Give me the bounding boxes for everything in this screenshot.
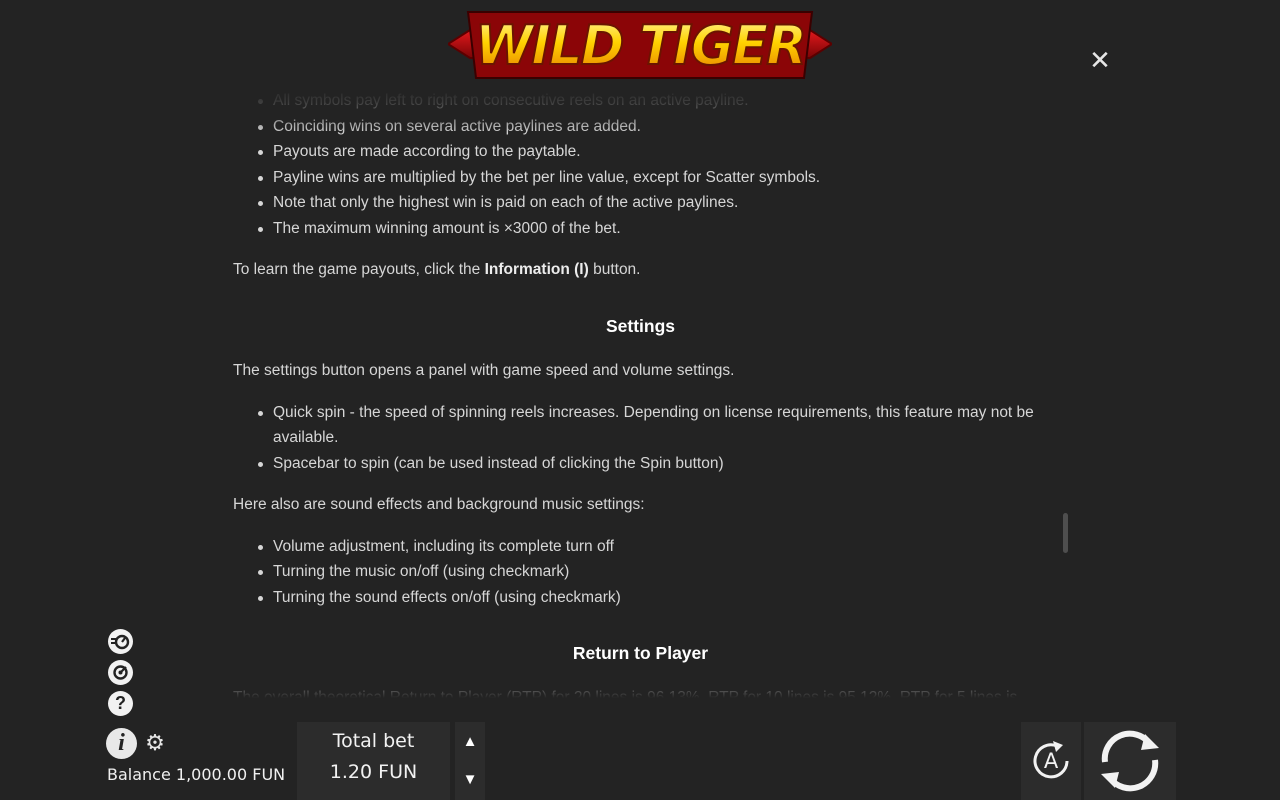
settings-list: Quick spin - the speed of spinning reels… — [233, 400, 1048, 477]
scrollbar-thumb[interactable] — [1063, 513, 1068, 553]
sound-list: Volume adjustment, including its complet… — [233, 534, 1048, 611]
list-item: Coinciding wins on several active paylin… — [258, 114, 1048, 140]
rtp-heading: Return to Player — [572, 643, 709, 663]
list-item: Quick spin - the speed of spinning reels… — [258, 400, 1048, 451]
autoplay-ring-icon: A — [1033, 741, 1069, 779]
total-bet-panel: Total bet 1.20 FUN — [297, 722, 450, 800]
bet-stepper: ▲ ▼ — [455, 722, 485, 800]
sound-intro: Here also are sound effects and backgrou… — [233, 496, 645, 513]
list-item: Turning the music on/off (using checkmar… — [258, 559, 1048, 585]
rtp-text: The overall theoretical Return to Player… — [233, 688, 1018, 706]
total-bet-label: Total bet — [332, 730, 415, 752]
turbo-icon[interactable] — [108, 629, 133, 654]
information-link: Information (I) — [484, 261, 589, 278]
list-item: Volume adjustment, including its complet… — [258, 534, 1048, 560]
list-item: Spacebar to spin (can be used instead of… — [258, 451, 1048, 477]
balance-display: Balance 1,000.00 FUN — [107, 765, 286, 784]
settings-heading: Settings — [605, 315, 676, 336]
rules-content[interactable]: All symbols pay left to right on consecu… — [233, 86, 1048, 706]
game-logo: WILD TIGER — [448, 4, 832, 86]
payouts-note: To learn the game payouts, click the Inf… — [233, 261, 641, 278]
autoplay-glyph — [113, 665, 128, 680]
settings-intro: The settings button opens a panel with g… — [233, 362, 735, 379]
total-bet-value: 1.20 FUN — [329, 761, 418, 783]
spin-icon — [1101, 730, 1159, 792]
turbo-glyph — [111, 634, 130, 650]
bet-decrease-button[interactable]: ▼ — [455, 765, 485, 795]
bet-increase-button[interactable]: ▲ — [455, 727, 485, 757]
info-icon[interactable]: i — [106, 728, 137, 759]
autoplay-icon[interactable] — [108, 660, 133, 685]
logo-text: WILD TIGER — [475, 14, 805, 77]
gear-icon[interactable]: ⚙ — [143, 731, 167, 755]
close-icon[interactable]: ✕ — [1086, 46, 1114, 74]
rules-list: All symbols pay left to right on consecu… — [233, 88, 1048, 241]
help-icon[interactable]: ? — [108, 691, 133, 716]
list-item: Payline wins are multiplied by the bet p… — [258, 165, 1048, 191]
autoplay-label: A — [1044, 749, 1059, 773]
list-item: Note that only the highest win is paid o… — [258, 190, 1048, 216]
list-item: All symbols pay left to right on consecu… — [258, 88, 1048, 114]
list-item: The maximum winning amount is ×3000 of t… — [258, 216, 1048, 242]
spin-button[interactable] — [1084, 722, 1176, 800]
list-item: Turning the sound effects on/off (using … — [258, 585, 1048, 611]
autoplay-button[interactable]: A — [1021, 722, 1081, 800]
list-item: Payouts are made according to the paytab… — [258, 139, 1048, 165]
